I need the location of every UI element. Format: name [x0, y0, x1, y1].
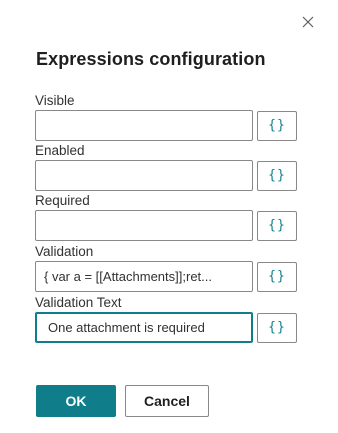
field-row-validation: { var a = [[Attachments]];ret... {} — [35, 261, 299, 292]
field-label-enabled: Enabled — [35, 143, 85, 158]
cancel-button[interactable]: Cancel — [125, 385, 209, 417]
field-validation-text: Validation Text One attachment is requir… — [35, 295, 299, 343]
ok-button[interactable]: OK — [36, 385, 116, 417]
validation-text-expression-button[interactable]: {} — [257, 312, 297, 343]
visible-input[interactable] — [35, 110, 253, 141]
field-visible: Visible {} — [35, 93, 299, 141]
enabled-input[interactable] — [35, 160, 253, 191]
field-validation: Validation { var a = [[Attachments]];ret… — [35, 244, 299, 292]
braces-icon: {} — [268, 168, 286, 183]
braces-icon: {} — [268, 269, 286, 284]
field-label-visible: Visible — [35, 93, 75, 108]
close-icon — [302, 16, 314, 28]
field-row-required: {} — [35, 210, 299, 241]
validation-expression-button[interactable]: {} — [257, 261, 297, 292]
field-row-enabled: {} — [35, 160, 299, 191]
field-row-validation-text: One attachment is required {} — [35, 312, 299, 343]
braces-icon: {} — [268, 320, 286, 335]
field-label-validation-text: Validation Text — [35, 295, 122, 310]
braces-icon: {} — [268, 118, 286, 133]
required-expression-button[interactable]: {} — [257, 210, 297, 241]
dialog-title: Expressions configuration — [36, 49, 266, 69]
required-input[interactable] — [35, 210, 253, 241]
braces-icon: {} — [268, 218, 286, 233]
validation-text-input[interactable]: One attachment is required — [35, 312, 253, 343]
field-label-validation: Validation — [35, 244, 94, 259]
field-row-visible: {} — [35, 110, 299, 141]
validation-input[interactable]: { var a = [[Attachments]];ret... — [35, 261, 253, 292]
visible-expression-button[interactable]: {} — [257, 110, 297, 141]
expressions-dialog: Expressions configuration Visible {} Ena… — [0, 0, 338, 433]
enabled-expression-button[interactable]: {} — [257, 160, 297, 191]
field-enabled: Enabled {} — [35, 143, 299, 191]
field-label-required: Required — [35, 193, 90, 208]
field-required: Required {} — [35, 193, 299, 241]
close-button[interactable] — [300, 14, 316, 30]
